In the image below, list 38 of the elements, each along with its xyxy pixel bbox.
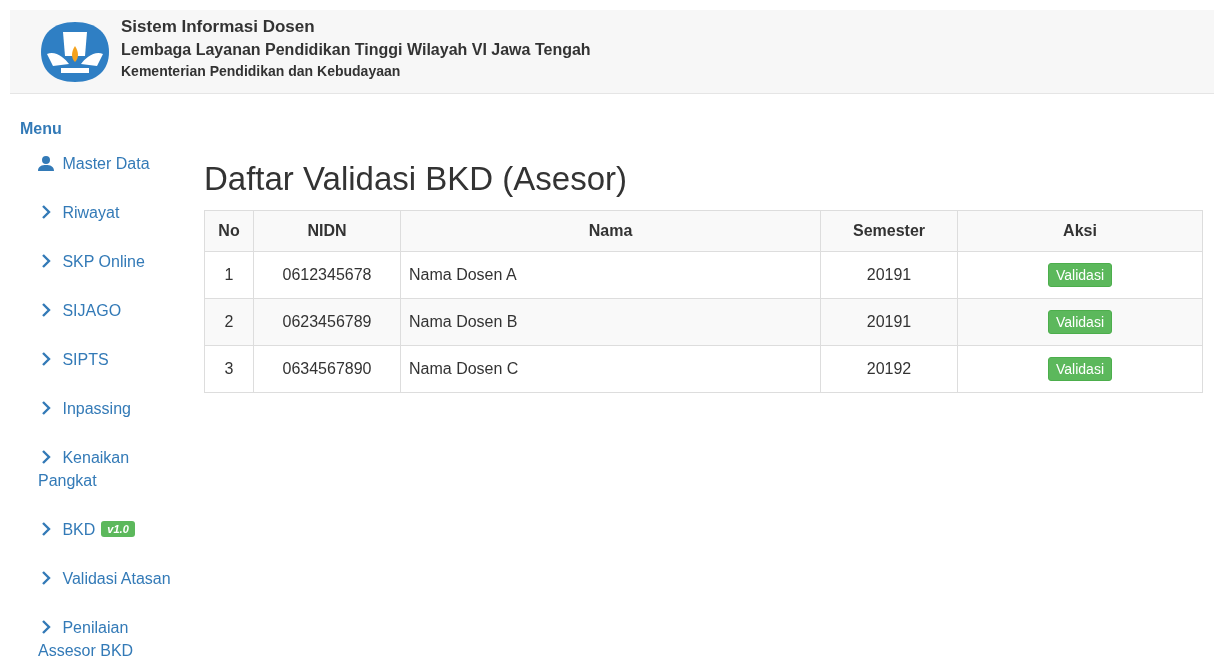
validate-button[interactable]: Validasi bbox=[1048, 263, 1112, 287]
table-cell: 20191 bbox=[820, 298, 958, 346]
institution-name: Lembaga Layanan Pendidikan Tinggi Wilayah VI Jawa Tengah bbox=[121, 40, 591, 59]
version-badge: v1.0 bbox=[101, 521, 135, 537]
sidebar-item[interactable]: Inpassing bbox=[38, 397, 188, 420]
table-cell: 3 bbox=[204, 345, 254, 393]
ministry-name: Kementerian Pendidikan dan Kebudayaan bbox=[121, 62, 402, 79]
table-cell: 2 bbox=[204, 298, 254, 346]
sidebar-item[interactable]: Validasi Atasan bbox=[38, 567, 188, 590]
sidebar-item[interactable]: Riwayat bbox=[38, 201, 188, 224]
table-cell: 20192 bbox=[820, 345, 958, 393]
column-header: No bbox=[204, 210, 254, 252]
validate-button[interactable]: Validasi bbox=[1048, 310, 1112, 334]
page-title: Daftar Validasi BKD (Asesor) bbox=[204, 160, 629, 198]
user-icon bbox=[38, 155, 54, 171]
table-cell: Nama Dosen C bbox=[400, 345, 821, 393]
table-cell: 0612345678 bbox=[253, 251, 401, 299]
table-cell: 0623456789 bbox=[253, 298, 401, 346]
sidebar-item[interactable]: Penilaian Assesor BKD bbox=[38, 616, 188, 659]
sidebar-item[interactable]: SKP Online bbox=[38, 250, 188, 273]
logo-icon bbox=[39, 19, 111, 84]
menu-heading: Menu bbox=[20, 120, 63, 138]
table-cell: 20191 bbox=[820, 251, 958, 299]
validate-button[interactable]: Validasi bbox=[1048, 357, 1112, 381]
column-header: Nama bbox=[400, 210, 821, 252]
table-cell: 1 bbox=[204, 251, 254, 299]
column-header: Aksi bbox=[957, 210, 1203, 252]
table-cell: Nama Dosen A bbox=[400, 251, 821, 299]
column-header: Semester bbox=[820, 210, 958, 252]
table-cell: 0634567890 bbox=[253, 345, 401, 393]
column-header: NIDN bbox=[253, 210, 401, 252]
sidebar-item[interactable]: Kenaikan Pangkat bbox=[38, 446, 188, 492]
sidebar-item[interactable]: SIJAGO bbox=[38, 299, 188, 322]
sidebar-item[interactable]: Master Data bbox=[38, 152, 188, 175]
sidebar-item[interactable]: BKD $^{v1.0}$ bbox=[38, 518, 188, 541]
sidebar-item[interactable]: SIPTS bbox=[38, 348, 188, 371]
system-title: Sistem Informasi Dosen bbox=[121, 16, 316, 37]
table-cell: Nama Dosen B bbox=[400, 298, 821, 346]
